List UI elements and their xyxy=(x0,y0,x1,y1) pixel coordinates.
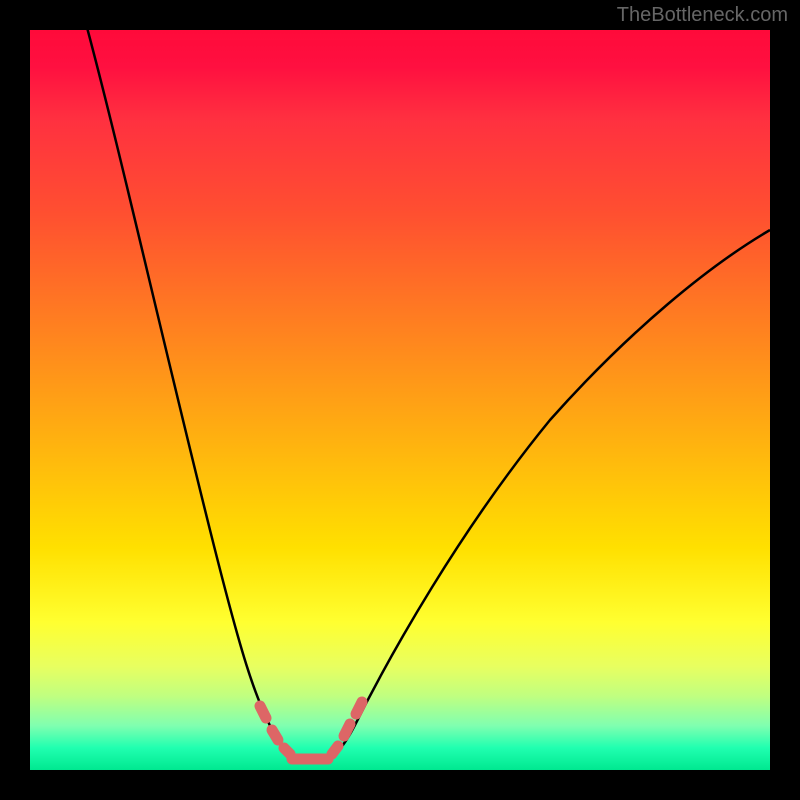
watermark-text: TheBottleneck.com xyxy=(617,4,788,27)
bottleneck-curve xyxy=(30,30,770,770)
chart-plot-area xyxy=(30,30,770,770)
